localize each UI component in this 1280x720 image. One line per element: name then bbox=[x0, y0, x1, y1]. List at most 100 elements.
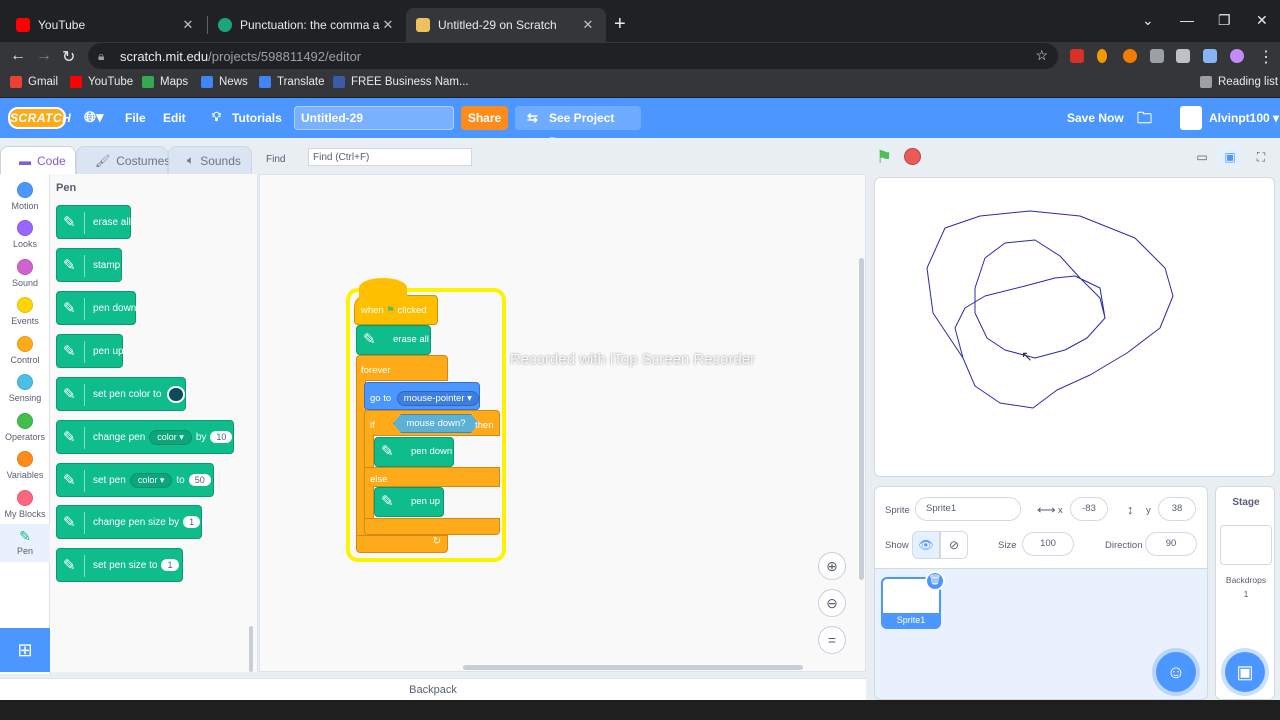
my-stuff-folder-icon[interactable]: 🗀︎ bbox=[1137, 108, 1152, 133]
reading-list[interactable]: Reading list bbox=[1200, 76, 1278, 88]
x-input[interactable]: -83 bbox=[1070, 497, 1108, 521]
zoom-in-button[interactable]: ⊕ bbox=[818, 552, 846, 580]
bookmark-translate[interactable]: Translate bbox=[259, 76, 325, 88]
script-block-pen-up[interactable]: ✎ pen up bbox=[374, 487, 444, 517]
mouse-down-condition[interactable]: mouse down? bbox=[393, 414, 479, 433]
see-project-page-button[interactable]: ⇆See Project Page bbox=[515, 106, 641, 149]
stop-button[interactable] bbox=[904, 148, 921, 165]
add-backdrop-button[interactable]: ▣ bbox=[1225, 652, 1265, 692]
browser-tab-scratch[interactable]: Untitled-29 on Scratch ✕ bbox=[406, 8, 606, 42]
file-menu[interactable]: File bbox=[125, 111, 146, 125]
extension-icon[interactable] bbox=[1097, 49, 1107, 63]
category-my-blocks[interactable]: My Blocks bbox=[0, 490, 50, 519]
palette-block-pen-down[interactable]: ✎ pen down bbox=[56, 291, 136, 325]
puzzle-icon[interactable] bbox=[1150, 49, 1164, 63]
bookmark-business-names[interactable]: FREE Business Nam... bbox=[333, 76, 469, 88]
tutorials-menu[interactable]: Tutorials bbox=[232, 111, 282, 125]
when-flag-clicked-block[interactable]: when ⚑ clicked bbox=[354, 295, 438, 325]
browser-tab-youtube[interactable]: YouTube ✕ bbox=[6, 8, 206, 42]
fullscreen-button[interactable]: ⛶ bbox=[1248, 146, 1274, 168]
script-horizontal-scrollbar[interactable] bbox=[463, 665, 803, 670]
scratch-logo[interactable]: SCRATCH bbox=[8, 107, 71, 129]
add-sprite-button[interactable]: ☺ bbox=[1156, 652, 1196, 692]
close-window-icon[interactable]: ✕ bbox=[1256, 12, 1268, 29]
zoom-reset-button[interactable]: = bbox=[818, 626, 846, 654]
value-input[interactable]: 1 bbox=[183, 516, 201, 528]
menu-icon[interactable]: ⋮ bbox=[1258, 47, 1274, 67]
param-dropdown[interactable]: color ▾ bbox=[149, 429, 192, 445]
category-variables[interactable]: Variables bbox=[0, 451, 50, 480]
stage-thumbnail[interactable] bbox=[1220, 525, 1272, 565]
tab-code[interactable]: ▬ Code bbox=[0, 146, 76, 174]
category-pen[interactable]: ✎ Pen bbox=[0, 524, 50, 562]
extension-icon[interactable] bbox=[1123, 49, 1137, 63]
tab-costumes[interactable]: 🖌︎ Costumes bbox=[76, 146, 170, 174]
forever-block[interactable]: forever bbox=[356, 355, 448, 381]
back-icon[interactable]: ← bbox=[10, 47, 26, 65]
save-now-button[interactable]: Save Now bbox=[1067, 111, 1124, 125]
color-swatch[interactable] bbox=[167, 385, 185, 403]
palette-block-stamp[interactable]: ✎ stamp bbox=[56, 248, 122, 282]
sprite-name-input[interactable]: Sprite1 bbox=[915, 497, 1021, 521]
close-tab-icon[interactable]: ✕ bbox=[580, 17, 596, 33]
size-input[interactable]: 100 bbox=[1022, 532, 1074, 556]
bookmark-youtube[interactable]: YouTube bbox=[70, 76, 133, 88]
category-looks[interactable]: Looks bbox=[0, 220, 50, 249]
category-operators[interactable]: Operators bbox=[0, 413, 50, 442]
reload-icon[interactable]: ↻ bbox=[62, 47, 75, 67]
category-events[interactable]: Events bbox=[0, 297, 50, 326]
palette-block-pen-up[interactable]: ✎ pen up bbox=[56, 334, 124, 368]
language-globe-icon[interactable]: 🌐︎▾ bbox=[84, 108, 104, 126]
user-avatar[interactable] bbox=[1180, 106, 1202, 130]
close-tab-icon[interactable]: ✕ bbox=[380, 17, 396, 33]
palette-block-set-pen-size[interactable]: ✎ set pen size to 1 bbox=[56, 548, 183, 582]
script-vertical-scrollbar[interactable] bbox=[859, 258, 864, 580]
labs-icon[interactable] bbox=[1176, 49, 1190, 63]
share-button[interactable]: Share bbox=[461, 106, 508, 130]
find-input[interactable]: Find (Ctrl+F) bbox=[308, 148, 472, 166]
direction-input[interactable]: 90 bbox=[1145, 532, 1197, 556]
tab-search-icon[interactable]: ⌄ bbox=[1142, 12, 1154, 29]
value-input[interactable]: 50 bbox=[188, 474, 211, 486]
palette-block-erase-all[interactable]: ✎ erase all bbox=[56, 205, 131, 239]
address-bar[interactable]: 🔒︎ scratch.mit.edu/projects/598811492/ed… bbox=[88, 43, 1058, 69]
close-tab-icon[interactable]: ✕ bbox=[180, 17, 196, 33]
new-tab-icon[interactable]: + bbox=[614, 14, 626, 34]
normal-stage-button[interactable]: ▣ bbox=[1217, 146, 1243, 168]
add-extension-button[interactable]: ⊞ bbox=[0, 628, 50, 672]
script-block-pen-down[interactable]: ✎ pen down bbox=[374, 437, 454, 467]
value-input[interactable]: 1 bbox=[161, 559, 179, 571]
small-stage-button[interactable]: ▭ bbox=[1189, 146, 1215, 168]
media-icon[interactable] bbox=[1203, 49, 1217, 63]
category-control[interactable]: Control bbox=[0, 336, 50, 365]
param-dropdown[interactable]: color ▾ bbox=[129, 472, 173, 488]
stage-canvas[interactable]: ↖ bbox=[874, 177, 1275, 477]
go-to-target-dropdown[interactable]: mouse-pointer ▾ bbox=[396, 391, 479, 406]
bookmark-gmail[interactable]: Gmail bbox=[10, 76, 58, 88]
extension-icon[interactable] bbox=[1070, 49, 1084, 63]
edit-menu[interactable]: Edit bbox=[163, 111, 186, 125]
backpack[interactable]: Backpack bbox=[0, 678, 866, 700]
account-menu[interactable]: Alvinpt100 ▾ bbox=[1209, 111, 1279, 125]
y-input[interactable]: 38 bbox=[1158, 497, 1196, 521]
palette-block-change-pen[interactable]: ✎ change pen color ▾ by 10 bbox=[56, 420, 234, 454]
delete-sprite-trash-icon[interactable]: 🗑︎ bbox=[925, 571, 945, 591]
palette-block-change-pen-size[interactable]: ✎ change pen size by 1 bbox=[56, 505, 202, 539]
go-to-block[interactable]: go to mouse-pointer ▾ bbox=[364, 382, 480, 410]
tab-sounds[interactable]: 🔈︎ Sounds bbox=[168, 146, 252, 174]
script-block-erase-all[interactable]: ✎ erase all bbox=[356, 325, 431, 355]
bookmark-maps[interactable]: Maps bbox=[142, 76, 188, 88]
bookmark-news[interactable]: News bbox=[201, 76, 248, 88]
zoom-out-button[interactable]: ⊖ bbox=[818, 589, 846, 617]
category-sensing[interactable]: Sensing bbox=[0, 374, 50, 403]
palette-block-set-pen-color[interactable]: ✎ set pen color to bbox=[56, 377, 186, 411]
show-hidden-eye-icon[interactable]: ⊘ bbox=[940, 531, 968, 559]
minimize-icon[interactable]: — bbox=[1180, 12, 1194, 28]
category-motion[interactable]: Motion bbox=[0, 182, 50, 211]
if-else-block[interactable]: if mouse down? then bbox=[364, 410, 500, 436]
browser-tab-punctuation[interactable]: Punctuation: the comma and the ✕ bbox=[208, 8, 406, 42]
forward-icon[interactable]: → bbox=[36, 47, 52, 65]
value-input[interactable]: 10 bbox=[210, 431, 233, 443]
project-title-input[interactable]: Untitled-29 bbox=[294, 106, 454, 130]
palette-block-set-pen[interactable]: ✎ set pen color ▾ to 50 bbox=[56, 463, 214, 497]
